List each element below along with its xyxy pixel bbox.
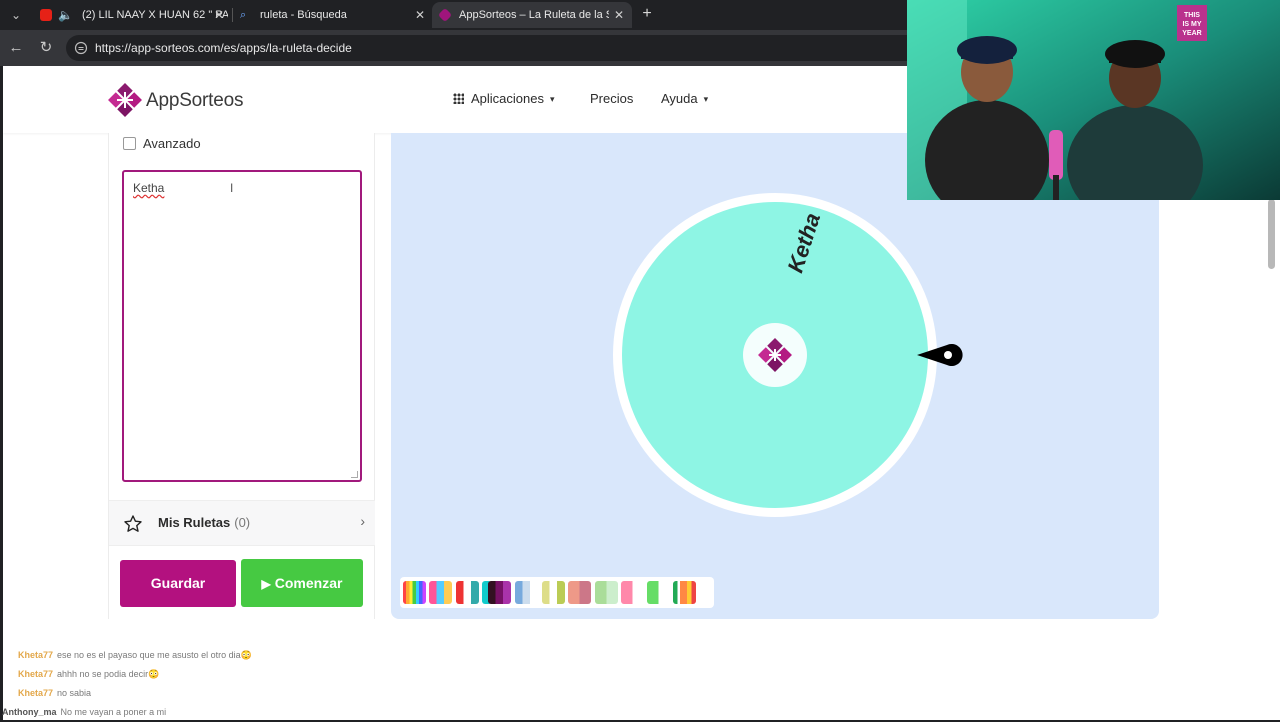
- svg-text:YEAR: YEAR: [1182, 30, 1201, 37]
- nav-precios[interactable]: Precios: [590, 90, 633, 108]
- nav-ayuda[interactable]: Ayuda ▾: [661, 90, 708, 108]
- resize-handle[interactable]: [351, 471, 358, 478]
- palette-coral[interactable]: [568, 581, 591, 604]
- tab-title: (2) LIL NAAY X HUAN 62 " PA: [82, 9, 228, 21]
- logo-text: AppSorteos: [146, 90, 244, 111]
- tab-title: ruleta - Búsqueda: [260, 9, 347, 21]
- url-text: https://app-sorteos.com/es/apps/la-rulet…: [95, 41, 352, 55]
- wheel-canvas[interactable]: Ketha: [391, 133, 1159, 619]
- chevron-down-icon: ▾: [703, 94, 709, 104]
- chat-text: No me vayan a poner a mi: [60, 707, 167, 717]
- reload-icon[interactable]: ↻: [36, 38, 56, 58]
- palette-mint[interactable]: [595, 581, 618, 604]
- chat-text: ese no es el payaso que me asusto el otr…: [57, 650, 252, 660]
- stream-chat: Kheta77 ese no es el payaso que me asusto…: [2, 646, 418, 722]
- names-value: Ketha: [133, 181, 165, 195]
- apps-grid-icon: [453, 93, 464, 104]
- chat-text: ahhh no se podia decir😳: [57, 669, 160, 679]
- star-icon: [124, 515, 142, 532]
- text-cursor-icon: I: [230, 181, 234, 195]
- advanced-checkbox[interactable]: [123, 137, 136, 150]
- close-icon[interactable]: ✕: [212, 2, 226, 28]
- chat-user: Kheta77: [18, 650, 54, 660]
- chat-user: Kheta77: [18, 688, 54, 698]
- mis-ruletas-count: (0): [234, 515, 251, 530]
- close-icon[interactable]: ✕: [612, 2, 626, 28]
- svg-text:THIS: THIS: [1184, 12, 1200, 19]
- start-button[interactable]: ▶ Comenzar: [241, 559, 363, 607]
- entries-panel: Avanzado Ketha I Mis Ruletas (0) › Guarda…: [108, 133, 375, 619]
- svg-text:IS MY: IS MY: [1182, 21, 1201, 28]
- chat-message: Kheta77 ese no es el payaso que me asusto…: [18, 646, 418, 665]
- mis-ruletas-row[interactable]: Mis Ruletas (0) ›: [109, 500, 375, 546]
- tab-youtube[interactable]: 🔈 (2) LIL NAAY X HUAN 62 " PA ✕: [32, 2, 228, 28]
- tab-title: AppSorteos – La Ruleta de la Sue: [459, 9, 609, 21]
- palette-yellow[interactable]: [542, 581, 565, 604]
- close-icon[interactable]: ✕: [413, 2, 427, 28]
- webcam-overlay: THIS IS MY YEAR: [907, 0, 1280, 200]
- play-icon: ▶: [261, 577, 271, 591]
- search-icon: ⌕: [240, 9, 247, 21]
- site-info-icon[interactable]: [74, 41, 88, 55]
- save-button[interactable]: Guardar: [120, 560, 236, 607]
- youtube-icon: [40, 9, 52, 21]
- chat-message: Kheta77 ahhh no se podia decir😳: [18, 665, 418, 684]
- chat-user: Kheta77: [18, 669, 54, 679]
- appsorteos-logo-icon: [108, 83, 142, 117]
- palette-dark-purple[interactable]: [488, 581, 511, 604]
- mis-ruletas-title: Mis Ruletas (0): [158, 515, 251, 530]
- palette-light-blue[interactable]: [515, 581, 538, 604]
- speaker-icon[interactable]: 🔈: [58, 2, 73, 28]
- wheel-panel: Ketha: [391, 133, 1159, 619]
- new-tab-button[interactable]: +: [638, 4, 656, 24]
- nav-label: Aplicaciones: [471, 91, 544, 106]
- chevron-down-icon: ▾: [550, 94, 555, 104]
- color-palette-selector: [400, 577, 714, 608]
- palette-pastel-1[interactable]: [429, 581, 452, 604]
- page-scrollbar[interactable]: [1268, 199, 1275, 269]
- appsorteos-logo[interactable]: AppSorteos: [108, 83, 268, 117]
- tab-search-icon[interactable]: ⌄: [6, 5, 26, 25]
- palette-rainbow[interactable]: [403, 581, 426, 604]
- tab-search[interactable]: ⌕ ruleta - Búsqueda ✕: [234, 2, 430, 28]
- chat-message: Anthony_ma No me vayan a poner a mi: [2, 703, 418, 722]
- names-textarea[interactable]: Ketha I: [122, 170, 362, 482]
- palette-green[interactable]: [647, 581, 670, 604]
- chevron-right-icon: ›: [360, 513, 365, 529]
- appsorteos-favicon-icon: [437, 7, 453, 23]
- palette-autumn[interactable]: [673, 581, 696, 604]
- back-icon[interactable]: ←: [6, 38, 26, 58]
- tab-appsorteos[interactable]: AppSorteos – La Ruleta de la Sue ✕: [432, 2, 632, 28]
- start-label: Comenzar: [274, 575, 343, 591]
- palette-red-teal[interactable]: [456, 581, 479, 604]
- chat-text: no sabia: [57, 688, 92, 698]
- webcam-image: THIS IS MY YEAR: [907, 0, 1280, 200]
- chat-user: Anthony_ma: [2, 707, 57, 717]
- nav-aplicaciones[interactable]: Aplicaciones ▾: [453, 90, 555, 108]
- chat-message: Kheta77 no sabia: [18, 684, 418, 703]
- advanced-label: Avanzado: [143, 136, 201, 151]
- nav-label: Ayuda: [661, 91, 698, 106]
- palette-pink[interactable]: [621, 581, 644, 604]
